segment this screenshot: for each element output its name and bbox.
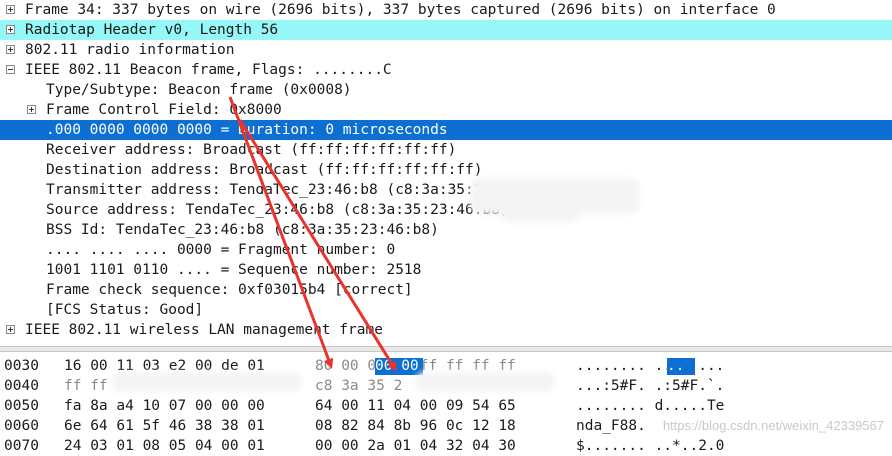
tree-row[interactable]: .000 0000 0000 0000 = Duration: 0 micros… (0, 120, 892, 140)
tree-row[interactable]: [FCS Status: Good] (0, 300, 892, 320)
tree-row[interactable]: Frame check sequence: 0xf03015b4 [correc… (0, 280, 892, 300)
tree-row-label: .000 0000 0000 0000 = Duration: 0 micros… (46, 122, 448, 138)
hex-bytes-left: ff ff (64, 378, 108, 394)
tree-row[interactable]: Radiotap Header v0, Length 56 (0, 20, 892, 40)
packet-details-pane: Frame 34: 337 bytes on wire (2696 bits),… (0, 0, 892, 346)
tree-row-label: Frame Control Field: 0x8000 (46, 102, 282, 118)
tree-row[interactable]: IEEE 802.11 wireless LAN management fram… (0, 320, 892, 340)
tree-row-label: Source address: TendaTec_23:46:b8 (c8:3a… (46, 202, 509, 218)
hex-bytes-right: 00 00 2a 01 04 32 04 30 (315, 438, 516, 454)
tree-row[interactable]: Transmitter address: TendaTec_23:46:b8 (… (0, 180, 892, 200)
expand-icon[interactable] (6, 45, 15, 54)
hex-ascii: nda_F88. (576, 418, 646, 434)
tree-row-label: IEEE 802.11 Beacon frame, Flags: .......… (25, 62, 392, 78)
expand-icon[interactable] (6, 325, 15, 334)
tree-row[interactable]: Type/Subtype: Beacon frame (0x0008) (0, 80, 892, 100)
hex-bytes-right: 08 82 84 8b 96 0c 12 18 (315, 418, 516, 434)
tree-row[interactable]: 1001 1101 0110 .... = Sequence number: 2… (0, 260, 892, 280)
collapse-icon[interactable] (6, 65, 15, 74)
tree-row[interactable]: .... .... .... 0000 = Fragment number: 0 (0, 240, 892, 260)
hex-bytes-right: c8 3a 35 2 (315, 378, 403, 394)
tree-row-label: Destination address: Broadcast (ff:ff:ff… (46, 162, 483, 178)
hex-bytes-left: fa 8a a4 10 07 00 00 00 (64, 398, 265, 414)
privacy-blur (415, 372, 555, 392)
tree-row-label: [FCS Status: Good] (46, 302, 204, 318)
privacy-blur (112, 372, 302, 392)
expand-icon[interactable] (6, 5, 15, 14)
selected-ascii: .. (667, 358, 695, 375)
hex-ascii: $....... ..*..2.0 (576, 438, 725, 454)
hex-offset: 0050 (4, 398, 39, 414)
expand-icon[interactable] (27, 105, 36, 114)
hex-offset: 0060 (4, 418, 39, 434)
tree-row-label: BSS Id: TendaTec_23:46:b8 (c8:3a:35:23:4… (46, 222, 439, 238)
tree-row-label: Type/Subtype: Beacon frame (0x0008) (46, 82, 352, 98)
tree-row-label: Frame check sequence: 0xf03015b4 [correc… (46, 282, 413, 298)
hex-bytes-left: 24 03 01 08 05 04 00 01 (64, 438, 265, 454)
expand-icon[interactable] (6, 25, 15, 34)
hex-ascii: ........ ........ (576, 358, 725, 374)
tree-row[interactable]: Frame Control Field: 0x8000 (0, 100, 892, 120)
selected-bytes: 00 00 (375, 358, 423, 375)
hex-bytes-right: 64 00 11 04 00 09 54 65 (315, 398, 516, 414)
tree-row-label: IEEE 802.11 wireless LAN management fram… (25, 322, 383, 338)
tree-row[interactable]: 802.11 radio information (0, 40, 892, 60)
tree-row[interactable]: Frame 34: 337 bytes on wire (2696 bits),… (0, 0, 892, 20)
privacy-blur (500, 204, 580, 222)
watermark: https://blog.csdn.net/weixin_42339567 (662, 418, 884, 433)
tree-row-label: 1001 1101 0110 .... = Sequence number: 2… (46, 262, 422, 278)
tree-row-label: .... .... .... 0000 = Fragment number: 0 (46, 242, 396, 258)
hex-bytes-left: 6e 64 61 5f 46 38 38 01 (64, 418, 265, 434)
tree-row-label: 802.11 radio information (25, 42, 235, 58)
hex-row[interactable]: 0050 fa 8a a4 10 07 00 00 00 64 00 11 04 0… (0, 396, 892, 416)
tree-row-label: Radiotap Header v0, Length 56 (25, 22, 279, 38)
tree-row[interactable]: Receiver address: Broadcast (ff:ff:ff:ff… (0, 140, 892, 160)
tree-row[interactable]: IEEE 802.11 Beacon frame, Flags: .......… (0, 60, 892, 80)
hex-offset: 0030 (4, 358, 39, 374)
hex-ascii: ........ d.....Te (576, 398, 725, 414)
hex-row[interactable]: 0070 24 03 01 08 05 04 00 01 00 00 2a 01 0… (0, 436, 892, 456)
tree-row-label: Receiver address: Broadcast (ff:ff:ff:ff… (46, 142, 457, 158)
tree-row[interactable]: Source address: TendaTec_23:46:b8 (c8:3a… (0, 200, 892, 220)
hex-offset: 0070 (4, 438, 39, 454)
hex-ascii: ...:5#F. .:5#F.`. (576, 378, 725, 394)
tree-row[interactable]: Destination address: Broadcast (ff:ff:ff… (0, 160, 892, 180)
tree-row-label: Frame 34: 337 bytes on wire (2696 bits),… (25, 2, 776, 18)
tree-row[interactable]: BSS Id: TendaTec_23:46:b8 (c8:3a:35:23:4… (0, 220, 892, 240)
hex-offset: 0040 (4, 378, 39, 394)
